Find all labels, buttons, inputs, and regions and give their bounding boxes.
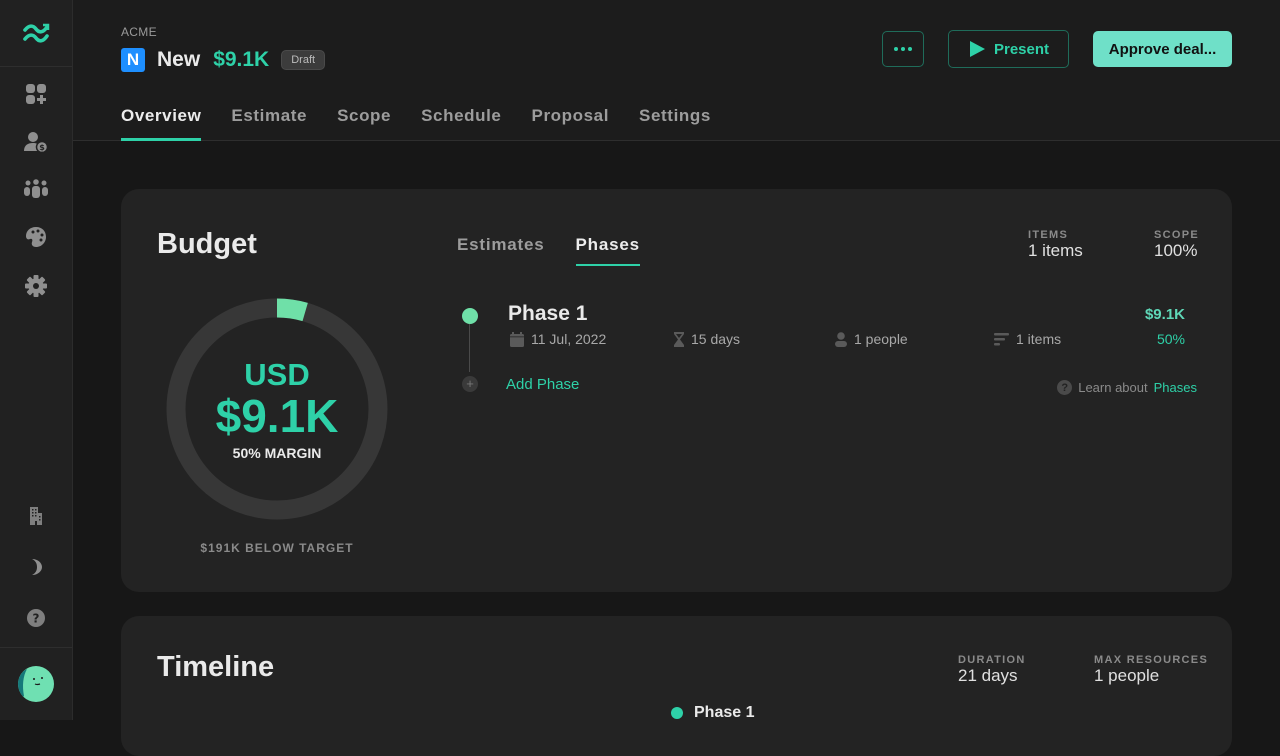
smiley-avatar-icon [18, 669, 43, 702]
stat-value: 1 people [1094, 666, 1160, 685]
help-icon: ? [27, 609, 45, 627]
phase-connector [469, 324, 470, 372]
stat-value: 21 days [958, 666, 1018, 685]
tab-estimate[interactable]: Estimate [231, 106, 307, 141]
help-button[interactable]: ? [0, 603, 72, 633]
stat-label: SCOPE [1154, 229, 1200, 241]
dot-icon [894, 47, 898, 51]
max-resources-stat: MAX RESOURCES 1 people [1094, 654, 1208, 686]
phase-status-dot [462, 308, 478, 324]
budget-margin: 50% MARGIN [232, 445, 322, 461]
dashboard-add-icon [26, 84, 46, 104]
sidebar-item-dashboard[interactable] [0, 79, 72, 109]
tab-schedule[interactable]: Schedule [421, 106, 501, 141]
subtab-estimates[interactable]: Estimates [457, 235, 545, 266]
status-badge: Draft [281, 50, 326, 70]
waves-logo-icon [23, 23, 50, 43]
phase-items: 1 items [994, 331, 1061, 347]
sidebar-item-company[interactable] [0, 501, 72, 531]
tab-scope[interactable]: Scope [337, 106, 391, 141]
help-icon: ? [1057, 380, 1073, 395]
tab-proposal[interactable]: Proposal [532, 106, 610, 141]
stat-label: DURATION [958, 654, 1026, 666]
add-phase-icon[interactable]: + [462, 376, 478, 392]
scope-stat: SCOPE 100% [1154, 229, 1199, 261]
subtab-phases[interactable]: Phases [575, 235, 641, 266]
learn-prefix: Learn about [1078, 380, 1148, 395]
below-target-text: $191K BELOW TARGET [200, 541, 354, 555]
items-stat: ITEMS 1 items [1028, 229, 1083, 261]
phase-amount: $9.1K [1144, 306, 1185, 323]
svg-text:?: ? [33, 612, 40, 626]
deal-badge: N [121, 48, 145, 72]
deal-value: $9.1K [213, 48, 270, 71]
deal-header: ACME N New $9.1K Draft Present Approve d… [73, 0, 1280, 141]
deal-title-row: N New $9.1K Draft [121, 48, 326, 72]
donut-center: USD $9.1K 50% MARGIN [166, 298, 388, 520]
stat-label: ITEMS [1028, 229, 1069, 241]
phase-date-text: 11 Jul, 2022 [531, 331, 607, 347]
phase-duration-text: 15 days [691, 331, 741, 347]
team-icon [24, 179, 48, 198]
list-icon [994, 332, 1009, 345]
sidebar: $ ? [0, 0, 73, 720]
budget-amount: $9.1K [215, 390, 339, 442]
phase-items-text: 1 items [1016, 331, 1062, 347]
present-label: Present [993, 40, 1050, 58]
timeline-card: Timeline DURATION 21 days MAX RESOURCES … [121, 616, 1232, 756]
phase-name[interactable]: Phase 1 [508, 302, 587, 326]
play-icon [969, 41, 985, 57]
sidebar-item-clients[interactable]: $ [0, 128, 72, 158]
dark-mode-toggle[interactable] [0, 552, 72, 582]
legend-label: Phase 1 [694, 704, 755, 721]
timeline-legend-item: Phase 1 [671, 704, 754, 722]
timeline-title: Timeline [157, 651, 275, 683]
learn-about-phases: ? Learn about Phases [1057, 380, 1197, 395]
deal-name[interactable]: New [157, 48, 200, 72]
phase-date: 11 Jul, 2022 [510, 331, 606, 347]
budget-card: Budget USD $9.1K 50% MARGIN $191K BELOW … [121, 189, 1232, 592]
duration-stat: DURATION 21 days [958, 654, 1026, 686]
gear-icon [25, 275, 47, 297]
present-button[interactable]: Present [948, 30, 1069, 68]
more-options-button[interactable] [882, 31, 924, 67]
sidebar-item-settings[interactable] [0, 271, 72, 301]
svg-text:$: $ [39, 143, 45, 152]
building-icon [30, 507, 42, 525]
calendar-icon [510, 331, 524, 347]
tab-settings[interactable]: Settings [639, 106, 711, 141]
budget-subtabs: Estimates Phases [457, 235, 671, 266]
person-icon [835, 331, 847, 347]
phase-duration: 15 days [674, 331, 740, 347]
company-name: ACME [121, 25, 157, 39]
phases-help-link[interactable]: Phases [1154, 380, 1197, 395]
budget-currency: USD [244, 357, 310, 392]
tab-overview[interactable]: Overview [121, 106, 202, 141]
approve-deal-button[interactable]: Approve deal... [1093, 31, 1232, 67]
stat-value: 1 items [1028, 241, 1083, 260]
add-phase-button[interactable]: Add Phase [506, 376, 579, 393]
sidebar-item-branding[interactable] [0, 222, 72, 252]
dot-icon [901, 47, 905, 51]
stat-label: MAX RESOURCES [1094, 654, 1209, 666]
logo[interactable] [0, 0, 72, 67]
client-billing-icon: $ [24, 132, 49, 154]
sidebar-divider [0, 647, 72, 648]
moon-icon [32, 559, 42, 575]
main-tabs: Overview Estimate Scope Schedule Proposa… [121, 106, 741, 141]
phase-people: 1 people [835, 331, 908, 347]
phase-people-text: 1 people [854, 331, 908, 347]
legend-dot [671, 707, 683, 719]
stat-value: 100% [1154, 241, 1198, 260]
phase-margin: 50% [1156, 331, 1185, 347]
dot-icon [908, 47, 912, 51]
budget-title: Budget [157, 228, 257, 260]
palette-icon [26, 227, 46, 247]
hourglass-icon [674, 331, 684, 347]
user-avatar[interactable] [18, 666, 54, 702]
sidebar-item-team[interactable] [0, 175, 72, 205]
